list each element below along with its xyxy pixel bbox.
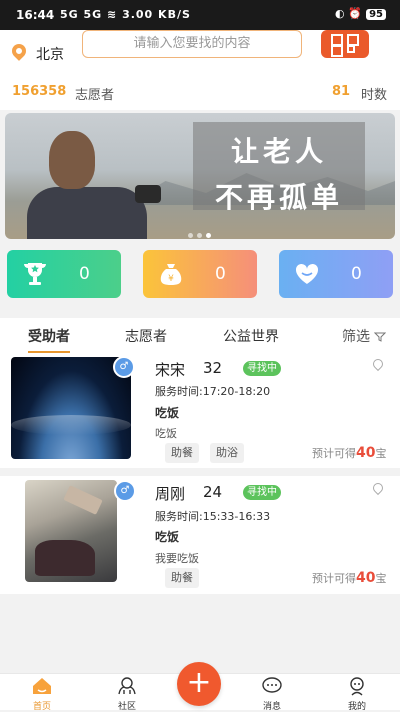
add-button[interactable]: + [177, 662, 221, 706]
tab-charity-world[interactable]: 公益世界 [223, 326, 279, 346]
top-bar: 北京 请输入您要找的内容 [0, 30, 400, 80]
service-description: 吃饭 [155, 427, 177, 440]
banner-pagination [188, 223, 215, 242]
service-need: 吃饭 [155, 406, 180, 420]
money-card[interactable]: ¥ 0 [143, 250, 257, 298]
list-item[interactable]: ♂ 周刚 24 寻找中 服务时间:15:33-16:33 吃饭 我要吃饭 助餐 … [0, 476, 400, 594]
recipient-age: 32 [203, 359, 223, 377]
active-tab-indicator [28, 351, 70, 353]
battery-level: 95 [366, 9, 386, 20]
tab-mine[interactable]: 我的 [332, 674, 382, 712]
tab-home-label: 首页 [32, 702, 51, 712]
filter-icon [374, 332, 387, 342]
recipient-age: 24 [203, 483, 223, 501]
stats-row: 156358 志愿者 81 时数 [0, 80, 400, 110]
heart-card-value: 0 [351, 264, 362, 284]
location-selector[interactable]: 北京 [0, 30, 80, 74]
service-description: 我要吃饭 [155, 552, 199, 565]
reward-prefix: 预计可得 [312, 447, 356, 460]
tab-community-label: 社区 [117, 702, 136, 712]
city-label: 北京 [36, 47, 64, 63]
location-icon[interactable] [370, 480, 386, 496]
status-bar: 16:44 5G 5G ≋ 3.00 KB/S ◐ ⏰ 95 [0, 0, 400, 30]
hours-label: 时数 [361, 88, 388, 103]
status-time: 16:44 [16, 8, 55, 22]
banner-photo-elderly-man [27, 129, 161, 239]
recipient-name: 周刚 [155, 485, 186, 503]
tab-volunteers[interactable]: 志愿者 [125, 326, 167, 346]
recipient-name: 宋宋 [155, 361, 186, 379]
status-badge: 寻找中 [243, 361, 281, 376]
tab-messages-label: 消息 [262, 702, 281, 712]
reward-estimate: 预计可得40宝 [312, 445, 386, 461]
banner-slogan-line1: 让老人 [230, 135, 327, 168]
summary-cards: 0 ¥ 0 0 [0, 250, 400, 300]
qr-scan-button[interactable] [321, 30, 369, 58]
category-tabs: 受助者 志愿者 公益世界 筛选 [0, 318, 400, 354]
svg-text:¥: ¥ [168, 274, 174, 284]
status-badge: 寻找中 [243, 485, 281, 500]
message-icon [262, 677, 282, 693]
banner-slogan-line2: 不再孤单 [214, 181, 343, 214]
list-item[interactable]: ♂ 宋宋 32 寻找中 服务时间:17:20-18:20 吃饭 吃饭 助餐 助浴… [0, 354, 400, 468]
reward-estimate: 预计可得40宝 [312, 570, 386, 586]
volunteer-count: 156358 [12, 84, 67, 99]
tab-messages[interactable]: 消息 [247, 674, 297, 712]
banner-slogan: 让老人 不再孤单 [193, 122, 365, 214]
service-time: 服务时间:15:33-16:33 [155, 510, 271, 523]
home-icon [33, 678, 51, 694]
status-signal: 5G 5G ≋ 3.00 KB/S [60, 8, 191, 21]
male-icon: ♂ [114, 480, 136, 502]
reward-unit: 宝 [375, 572, 387, 585]
banner-dot[interactable] [197, 233, 202, 238]
money-bag-icon: ¥ [160, 264, 182, 285]
tab-community[interactable]: 社区 [102, 674, 152, 712]
service-time: 服务时间:17:20-18:20 [155, 385, 271, 398]
recipient-photo [11, 357, 131, 459]
service-need: 吃饭 [155, 530, 180, 544]
heart-card[interactable]: 0 [279, 250, 393, 298]
reward-value: 40 [356, 570, 376, 586]
filter-button[interactable]: 筛选 [342, 326, 387, 346]
community-icon [118, 677, 136, 695]
trophy-icon [24, 263, 46, 285]
status-right: ◐ ⏰ 95 [335, 7, 386, 20]
banner-dot[interactable] [188, 233, 193, 238]
money-card-value: 0 [215, 264, 226, 284]
trophy-card-value: 0 [79, 264, 90, 284]
hours-count: 81 [332, 84, 351, 99]
service-tag: 助餐 [165, 443, 199, 463]
tab-recipients[interactable]: 受助者 [28, 326, 70, 346]
reward-prefix: 预计可得 [312, 572, 356, 585]
tab-home[interactable]: 首页 [17, 674, 67, 712]
reward-unit: 宝 [375, 447, 387, 460]
banner-carousel[interactable]: 让老人 不再孤单 [5, 113, 395, 239]
volunteer-label: 志愿者 [75, 88, 115, 103]
male-icon: ♂ [113, 356, 135, 378]
service-tag: 助餐 [165, 568, 199, 588]
filter-label: 筛选 [342, 329, 370, 345]
qr-icon-part [347, 45, 355, 53]
search-input[interactable]: 请输入您要找的内容 [82, 30, 302, 58]
location-icon[interactable] [370, 356, 386, 372]
reward-value: 40 [356, 445, 376, 461]
location-pin-icon [9, 41, 29, 61]
tab-mine-label: 我的 [347, 702, 366, 712]
service-tag: 助浴 [210, 443, 244, 463]
banner-dot-active[interactable] [206, 233, 211, 238]
recipient-photo [25, 480, 117, 582]
profile-icon [350, 677, 364, 696]
trophy-card[interactable]: 0 [7, 250, 121, 298]
heart-icon [295, 263, 319, 284]
qr-icon-part [331, 45, 343, 57]
